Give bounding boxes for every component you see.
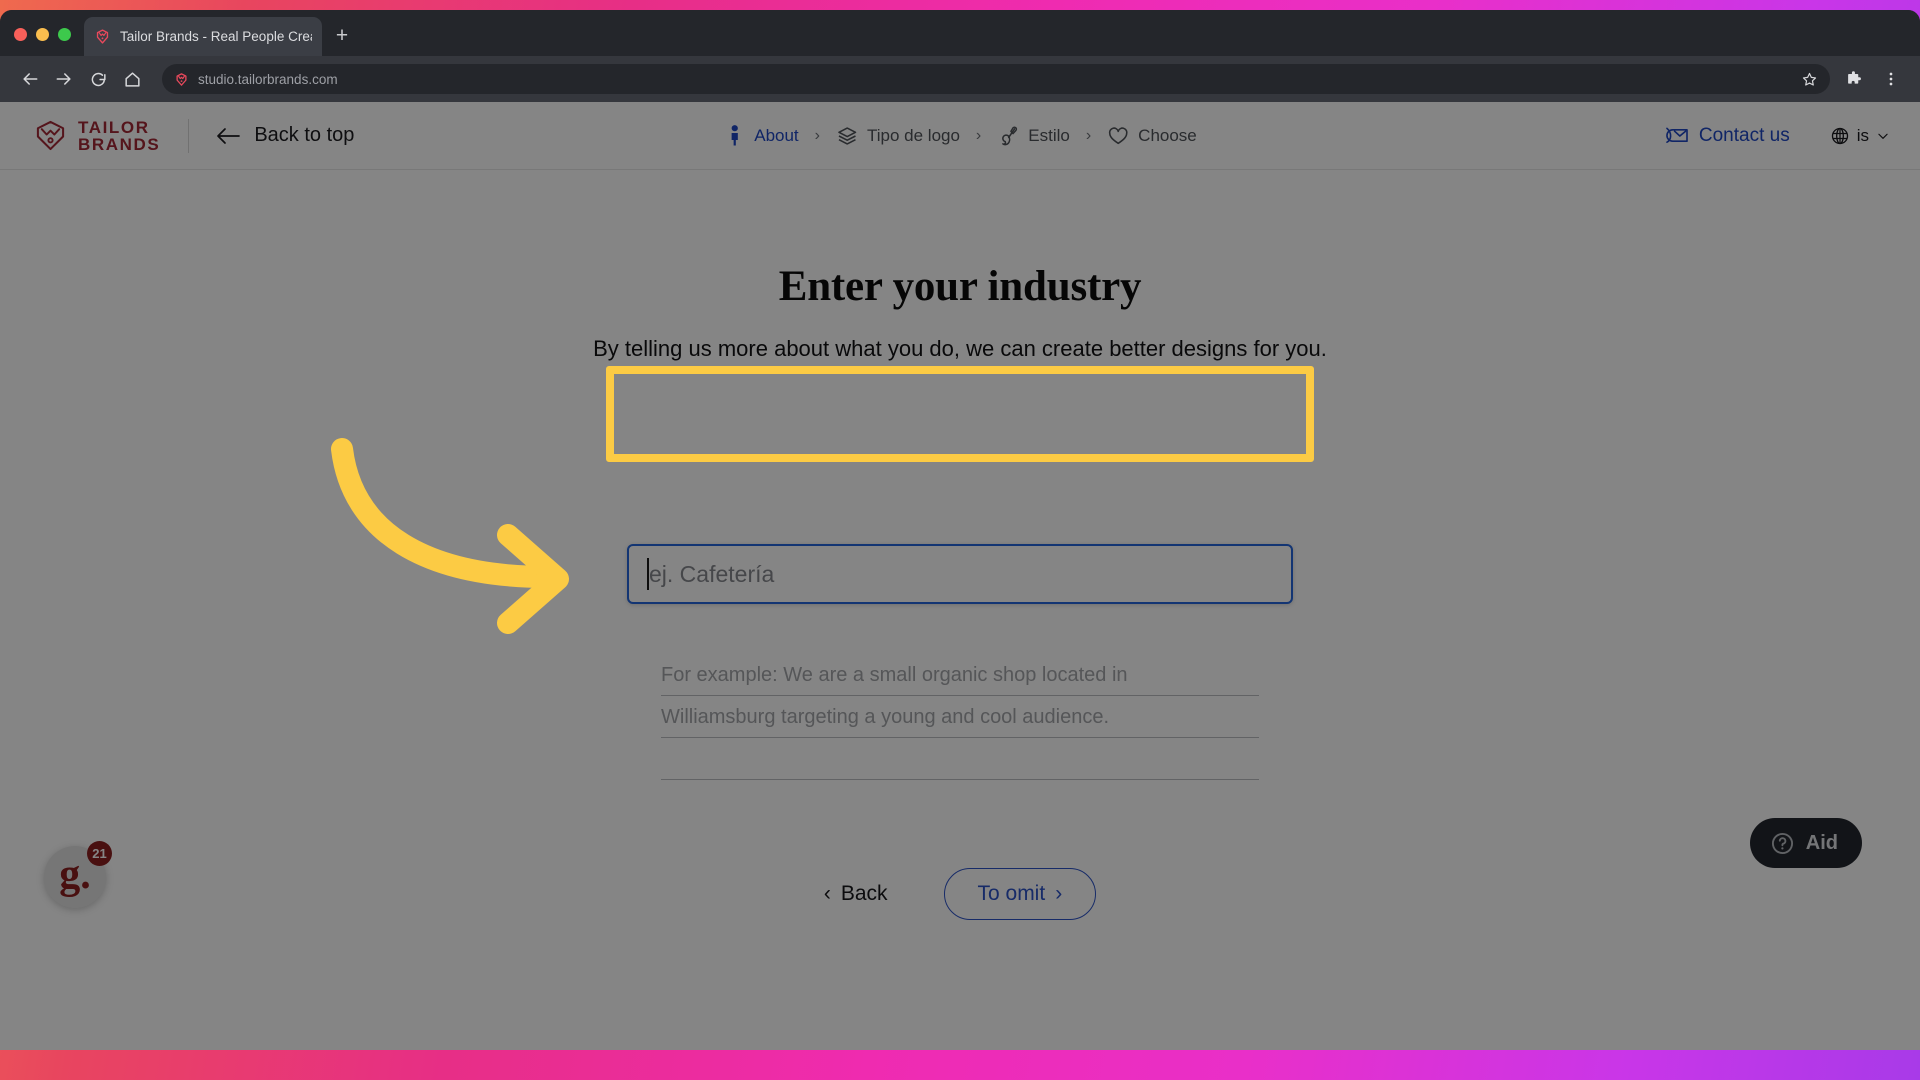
step-separator-2: › [975, 126, 982, 144]
wizard-back-label: Back [840, 882, 888, 905]
step-estilo-label: Estilo [1028, 125, 1070, 145]
browser-toolbar: studio.tailorbrands.com [0, 56, 1920, 102]
contact-us-button[interactable]: Contact us [1664, 125, 1790, 147]
forward-chevron-icon: › [1055, 882, 1063, 905]
step-estilo[interactable]: Estilo [997, 125, 1070, 147]
left-arrow-icon [217, 127, 241, 144]
example-line: Williamsburg targeting a young and cool … [661, 702, 1259, 744]
forward-arrow-icon [56, 73, 71, 85]
browser-menu-button[interactable] [1876, 64, 1906, 94]
help-widget-button[interactable]: Aid [1749, 818, 1862, 868]
step-about[interactable]: About [723, 125, 799, 147]
step-tipo-de-logo[interactable]: Tipo de logo [836, 125, 960, 147]
site-header: TAILOR BRANDS Back to top About › Tipo d… [0, 102, 1920, 170]
close-window-button[interactable] [14, 28, 27, 41]
page-subtitle: By telling us more about what you do, we… [593, 336, 1327, 361]
example-line-text: Williamsburg targeting a young and cool … [661, 706, 1110, 728]
wizard-footer-nav: ‹ Back To omit › [0, 868, 1920, 920]
industry-input[interactable] [627, 544, 1293, 604]
contact-envelope-icon [1666, 127, 1688, 143]
page-title: Enter your industry [778, 263, 1142, 310]
browser-tab-strip: Tailor Brands - Real People Creati + [0, 10, 1920, 56]
browser-tab[interactable]: Tailor Brands - Real People Creati [84, 17, 322, 56]
step-separator-3: › [1085, 126, 1092, 144]
browser-tab-title: Tailor Brands - Real People Creati [120, 29, 312, 44]
browser-window: Tailor Brands - Real People Creati + stu… [0, 10, 1920, 1050]
back-arrow-icon [23, 73, 38, 85]
wizard-back-button[interactable]: ‹ Back [824, 882, 888, 906]
address-bar[interactable]: studio.tailorbrands.com [162, 64, 1830, 94]
step-about-label: About [754, 125, 799, 145]
minimize-window-button[interactable] [36, 28, 49, 41]
tailor-brands-wordmark: TAILOR BRANDS [78, 119, 160, 153]
layers-icon [836, 125, 858, 147]
heart-icon [1107, 125, 1129, 147]
bookmark-button[interactable] [1801, 71, 1818, 88]
brand-line-1: TAILOR [78, 117, 150, 137]
forward-button[interactable] [48, 63, 80, 95]
back-button[interactable] [14, 63, 46, 95]
puzzle-piece-icon [1847, 70, 1861, 84]
address-bar-url: studio.tailorbrands.com [198, 71, 338, 87]
to-omit-label: To omit [977, 882, 1046, 905]
industry-field-wrapper [627, 544, 1293, 604]
grammarly-badge-count: 21 [87, 841, 112, 866]
header-right-group: Contact us is [1664, 125, 1890, 147]
grammarly-badge[interactable]: g. 21 [44, 841, 112, 908]
example-line: For example: We are a small organic shop… [661, 660, 1259, 702]
industry-description-textarea[interactable]: For example: We are a small organic shop… [635, 638, 1285, 803]
globe-icon [1831, 127, 1848, 144]
contact-us-label: Contact us [1698, 124, 1790, 146]
example-line [661, 744, 1259, 786]
back-to-top-button[interactable]: Back to top [215, 124, 354, 147]
maximize-window-button[interactable] [58, 28, 71, 41]
language-selector[interactable]: is [1830, 126, 1890, 146]
reload-icon [91, 72, 106, 86]
tailor-brands-logo[interactable]: TAILOR BRANDS [34, 119, 160, 153]
header-divider [188, 118, 190, 153]
site-favicon [176, 72, 187, 86]
home-icon [124, 71, 140, 87]
chevron-down-icon [1878, 133, 1888, 139]
extensions-button[interactable] [1838, 64, 1868, 94]
help-widget-label: Aid [1805, 831, 1838, 854]
text-caret [647, 558, 649, 590]
main-content: Enter your industry By telling us more a… [0, 262, 1920, 1028]
to-omit-button[interactable]: To omit › [943, 868, 1097, 920]
step-choose[interactable]: Choose [1107, 125, 1197, 147]
question-circle-icon [1771, 832, 1793, 854]
wizard-steps: About › Tipo de logo › Estilo › Choose [723, 125, 1197, 147]
back-chevron-icon: ‹ [823, 882, 831, 905]
home-button[interactable] [116, 63, 148, 95]
example-line-text: For example: We are a small organic shop… [661, 664, 1128, 686]
page-viewport: TAILOR BRANDS Back to top About › Tipo d… [0, 102, 1920, 1050]
grammarly-badge-letter: g. [59, 852, 91, 898]
three-dot-menu-icon [1889, 72, 1893, 86]
tailorbrands-favicon [96, 29, 109, 44]
star-icon [1802, 72, 1817, 86]
window-controls [14, 28, 71, 41]
new-tab-button[interactable]: + [330, 25, 354, 49]
desktop-background: Tailor Brands - Real People Creati + stu… [0, 0, 1920, 1080]
person-icon [723, 125, 745, 147]
back-to-top-label: Back to top [254, 124, 355, 146]
tailorbrands-shield-icon [36, 120, 65, 151]
paintbrush-icon [997, 125, 1019, 147]
reload-button[interactable] [82, 63, 114, 95]
step-separator-1: › [814, 126, 820, 144]
brand-line-2: BRANDS [78, 134, 161, 154]
language-label: is [1856, 125, 1869, 145]
step-choose-label: Choose [1138, 125, 1197, 145]
step-tipo-de-logo-label: Tipo de logo [866, 125, 960, 145]
